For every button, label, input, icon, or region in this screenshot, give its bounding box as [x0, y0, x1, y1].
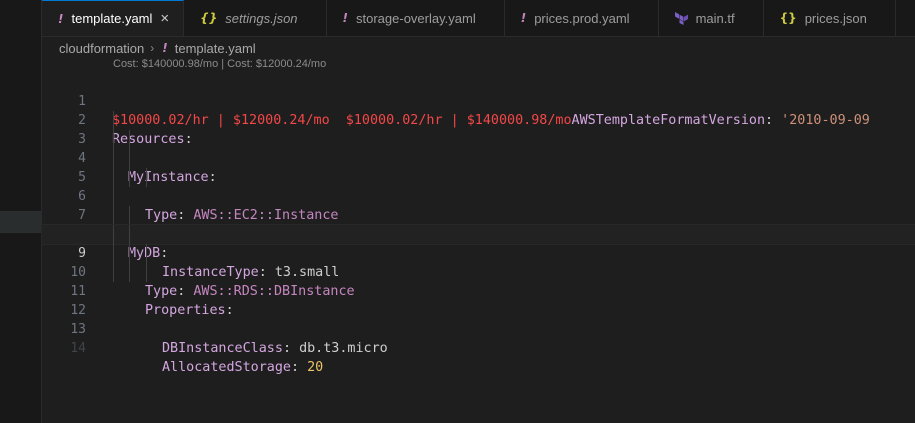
code-line: 12	[42, 282, 915, 318]
indent-guide	[113, 187, 114, 206]
code-line: 11 AllocatedStorage: 20	[42, 263, 915, 375]
activity-sidebar	[0, 0, 42, 423]
code-line: 14	[42, 320, 915, 356]
indent-guide	[129, 149, 130, 168]
indent-guide	[113, 263, 114, 282]
tab-prices-prod-yaml[interactable]: ! prices.prod.yaml	[505, 0, 659, 36]
yaml-colon: :	[291, 360, 300, 375]
tab-label: storage-overlay.yaml	[356, 10, 476, 26]
indent-guide	[113, 225, 114, 244]
indent-guide	[129, 225, 130, 244]
indent-guide	[129, 168, 130, 187]
cost-codelens[interactable]: Cost: $140000.98/mo | Cost: $12000.24/mo	[113, 58, 326, 70]
tab-bar: ! template.yaml × {} settings.json ! sto…	[42, 0, 915, 37]
indent-guide	[146, 244, 147, 263]
json-icon: {}	[200, 11, 218, 25]
yaml-value: db.t3.micro	[299, 341, 388, 356]
code-line: 3 MyInstance:	[42, 111, 915, 185]
code-line: 7 MyDB:	[42, 187, 915, 261]
code-line: 6 InstanceType: t3.small	[42, 168, 915, 280]
yaml-value: 20	[307, 360, 324, 375]
indent-guide	[113, 149, 114, 168]
tab-label: prices.prod.yaml	[534, 10, 630, 26]
yaml-icon: !	[58, 11, 64, 26]
indent-guide	[113, 130, 114, 149]
tab-label: main.tf	[695, 10, 735, 26]
chevron-right-icon: ›	[150, 41, 155, 55]
close-icon[interactable]: ×	[160, 10, 169, 27]
yaml-icon: !	[162, 41, 168, 55]
editor-area: ! template.yaml × {} settings.json ! sto…	[41, 0, 915, 423]
tab-storage-overlay-yaml[interactable]: ! storage-overlay.yaml	[327, 0, 505, 36]
line-text: DBInstanceClass: db.t3.micro	[162, 339, 388, 358]
breadcrumb-folder[interactable]: cloudformation	[59, 41, 144, 56]
code-line: 4 Type: AWS::EC2::Instance	[42, 130, 915, 223]
tab-template-yaml[interactable]: ! template.yaml ×	[42, 0, 185, 36]
indent-guide	[113, 244, 114, 263]
breadcrumb: cloudformation › ! template.yaml	[59, 39, 256, 57]
code-editor[interactable]: 1 $10000.02/hr | $12000.24/mo $10000.02/…	[41, 73, 915, 375]
indent-guide	[129, 263, 130, 282]
code-line: 1 $10000.02/hr | $12000.24/mo $10000.02/…	[42, 73, 915, 128]
indent-guide	[129, 244, 130, 263]
yaml-key: DBInstanceClass	[162, 341, 283, 356]
tab-label: template.yaml	[71, 11, 153, 26]
code-line: 13	[42, 301, 915, 337]
sidebar-active-row	[0, 211, 41, 233]
indent-guide	[113, 206, 114, 225]
line-text: AllocatedStorage: 20	[162, 358, 323, 377]
indent-guide	[113, 111, 114, 130]
indent-guide	[146, 263, 147, 282]
yaml-icon: !	[342, 11, 349, 25]
tab-settings-json[interactable]: {} settings.json	[184, 0, 327, 36]
indent-guide	[129, 130, 130, 149]
code-line-current: 9 Properties:	[41, 224, 915, 318]
tab-main-tf[interactable]: main.tf	[659, 0, 764, 36]
json-icon: {}	[779, 11, 797, 25]
tab-prices-json[interactable]: {} prices.json	[764, 0, 896, 36]
indent-guide	[113, 168, 114, 187]
line-number: 14	[70, 341, 86, 356]
indent-guide	[129, 206, 130, 225]
code-line: 10 DBInstanceClass: db.t3.micro	[42, 244, 915, 356]
breadcrumb-file[interactable]: template.yaml	[175, 41, 256, 56]
yaml-key: AllocatedStorage	[162, 360, 291, 375]
code-line: 8 Type: AWS::RDS::DBInstance	[42, 206, 915, 299]
code-line: 2 Resources:	[42, 92, 915, 147]
yaml-colon: :	[282, 341, 291, 356]
indent-guide	[146, 168, 147, 187]
tab-label: settings.json	[225, 10, 298, 26]
terraform-icon	[674, 11, 688, 25]
yaml-icon: !	[520, 11, 527, 25]
code-line: 5 Properties:	[42, 149, 915, 242]
tab-label: prices.json	[804, 10, 867, 26]
